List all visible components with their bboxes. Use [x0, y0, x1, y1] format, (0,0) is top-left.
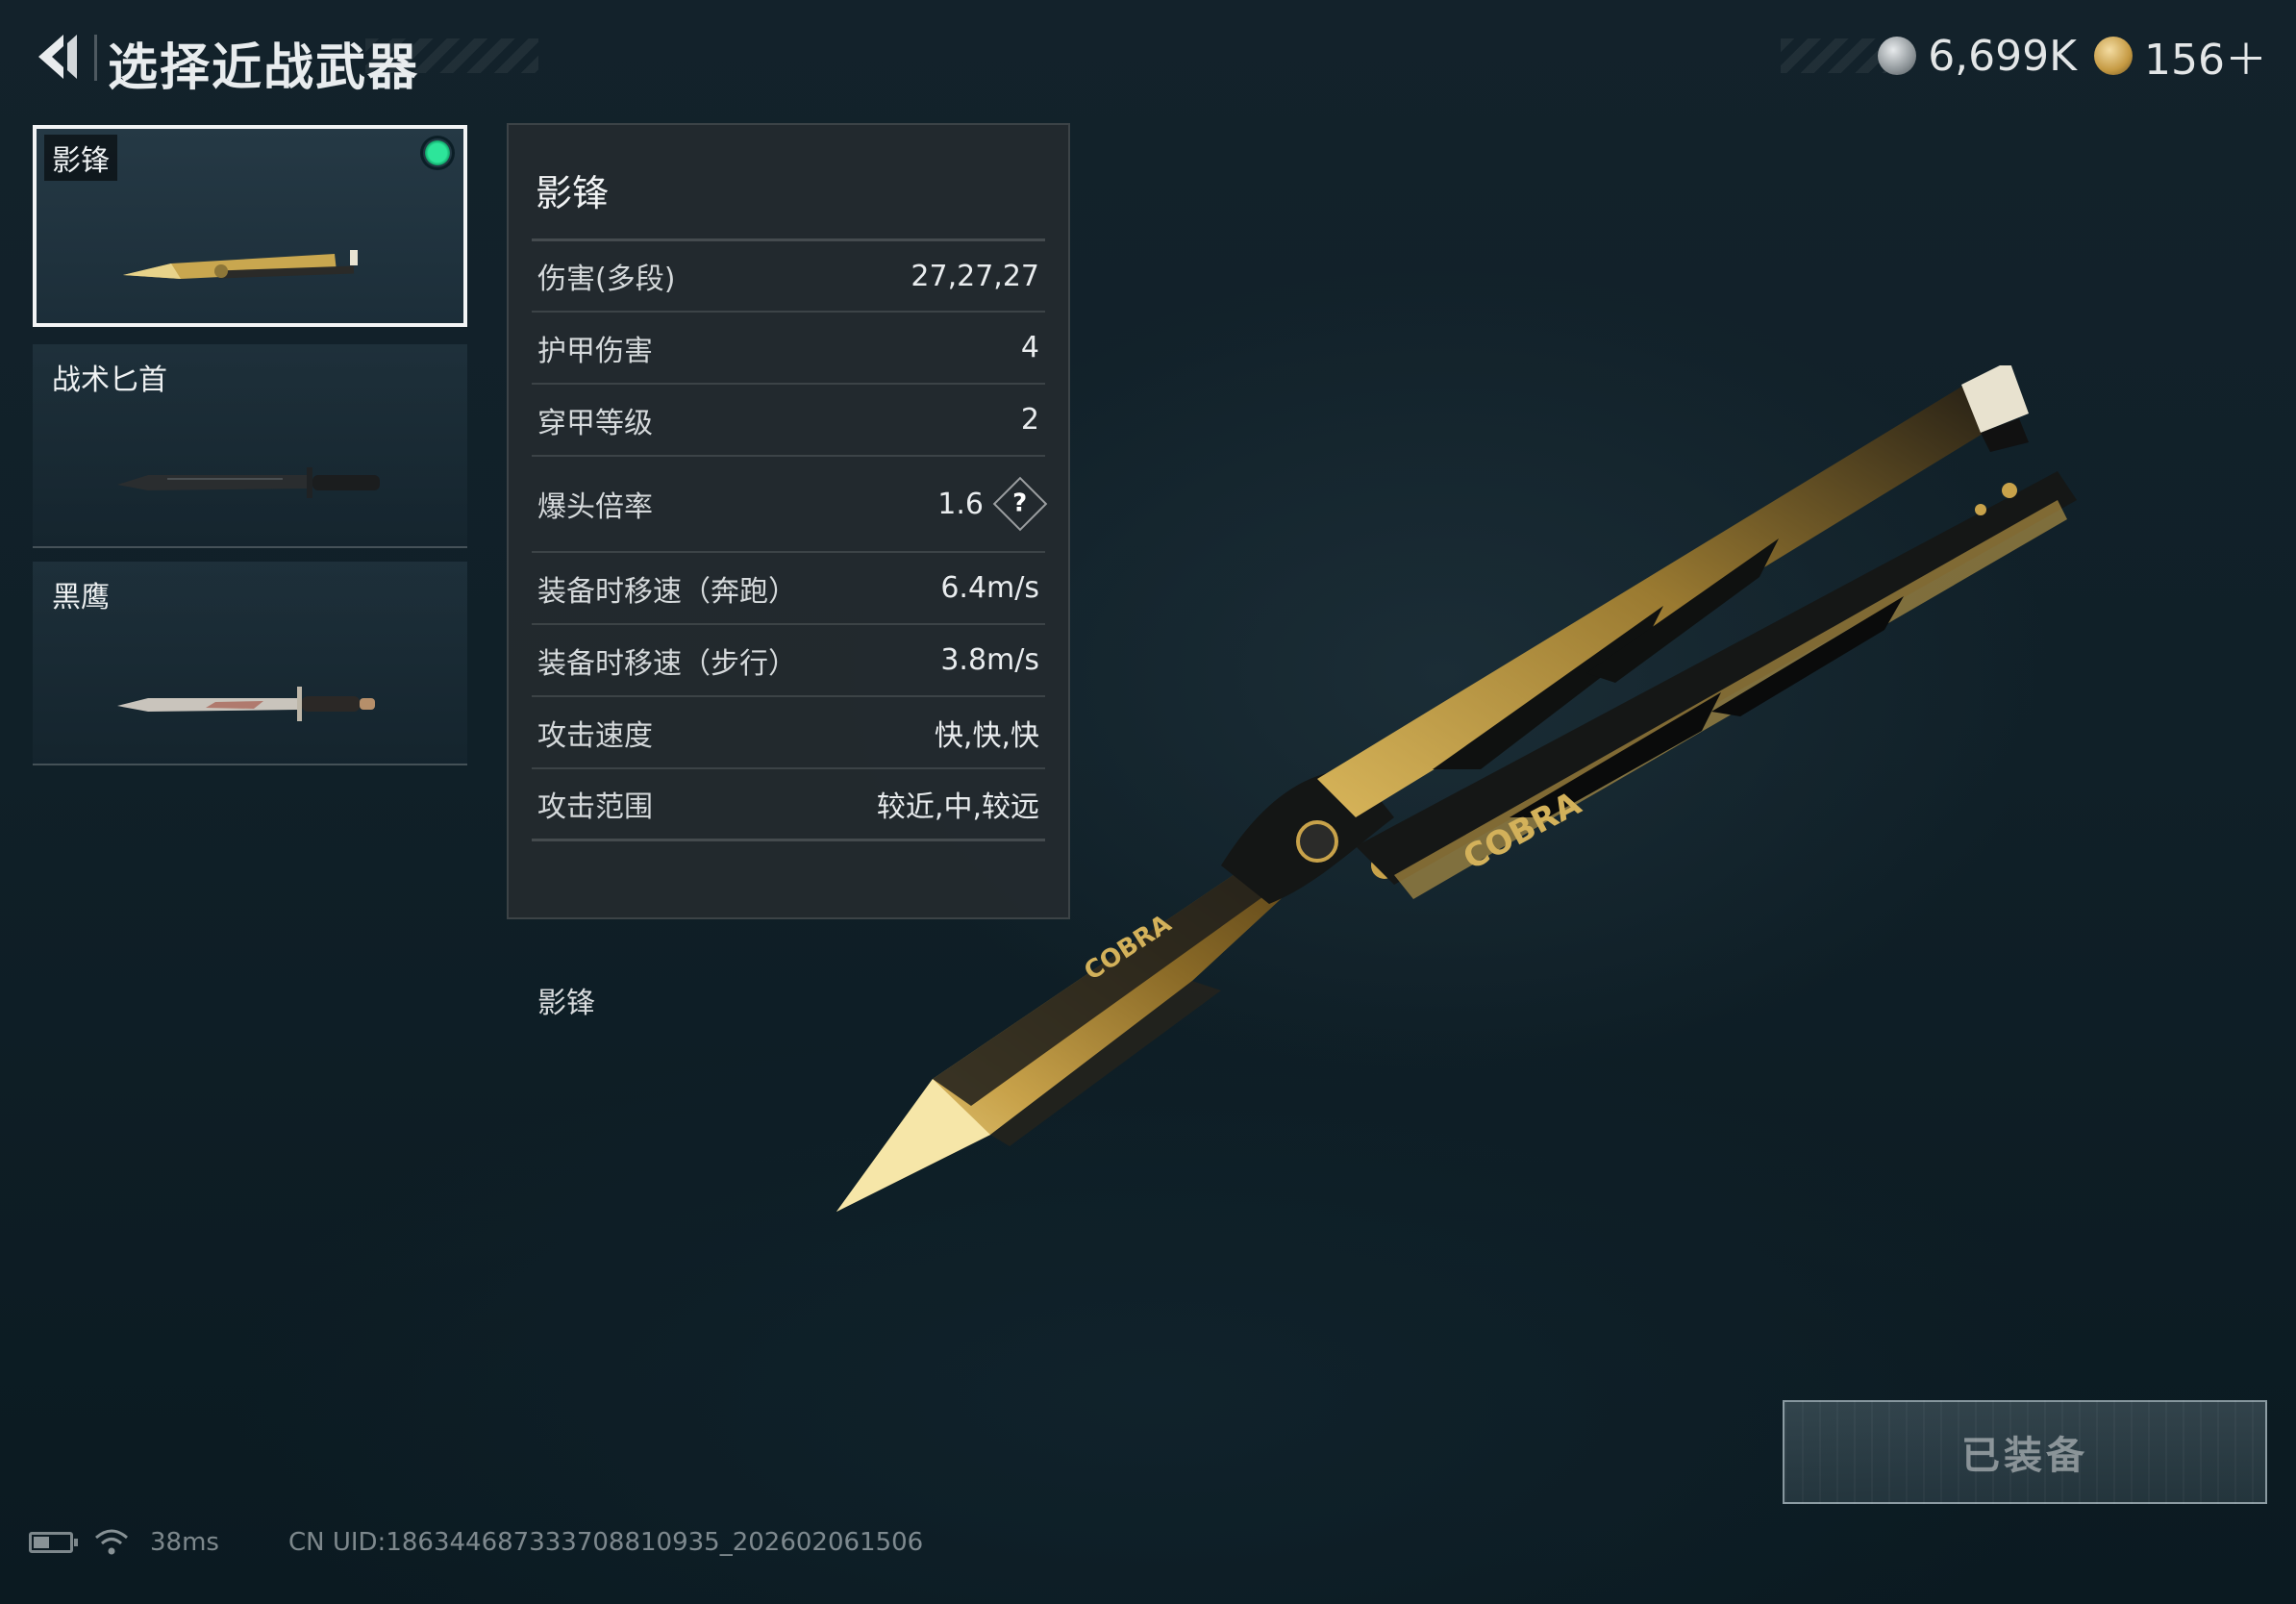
silver-currency: 6,699K [1878, 32, 2077, 81]
silver-amount: 6,699K [1928, 31, 2078, 81]
stat-label: 攻击速度 [537, 718, 653, 753]
gold-amount: 156＋ [2144, 36, 2267, 85]
back-arrow-icon [38, 35, 77, 79]
butterfly-knife-thumbnail [123, 250, 358, 279]
silver-coin-icon [1878, 37, 1917, 75]
weapon-card-name: 影锋 [44, 135, 117, 181]
stat-label: 装备时移速（步行） [537, 646, 797, 681]
ping-value: 38ms [150, 1528, 219, 1557]
stats-title: 影锋 [536, 172, 610, 214]
gold-coin-icon [2094, 37, 2134, 75]
stats-footer-name: 影锋 [537, 987, 595, 1020]
weapon-card-name: 黑鹰 [52, 581, 110, 614]
user-uid: CN UID:1863446873337088109​35_2026020615… [287, 1528, 924, 1557]
equipped-button[interactable]: 已装备 [1783, 1400, 2267, 1504]
card-divider [33, 546, 467, 548]
weapon-card-tactical-dagger[interactable]: 战术匕首 [33, 344, 467, 548]
equipped-indicator [423, 138, 452, 167]
title-divider [94, 35, 97, 81]
weapon-card-name: 战术匕首 [52, 363, 167, 397]
weapon-card-yingfeng[interactable]: 影锋 [33, 125, 467, 327]
butterfly-knife-model: COBRA COBRA [836, 365, 2077, 1212]
stat-row-damage: 伤害(多段) 27,27,27 [532, 241, 1045, 313]
stat-label: 装备时移速（奔跑） [537, 574, 797, 609]
tactical-dagger-thumbnail [117, 467, 380, 498]
stat-value: 4 [1020, 331, 1039, 364]
currency-display: 6,699K 156＋ [1878, 29, 2267, 85]
wifi-icon [95, 1529, 128, 1555]
stat-label: 攻击范围 [537, 790, 653, 824]
weapon-card-black-hawk[interactable]: 黑鹰 [33, 562, 467, 765]
currency-stripes [1781, 38, 1886, 73]
status-bar: 38ms CN UID:1863446873337088109​35_20260… [29, 1523, 923, 1562]
black-hawk-knife-thumbnail [117, 687, 375, 721]
stat-label: 伤害(多段) [537, 263, 676, 296]
stat-label: 穿甲等级 [537, 406, 653, 440]
battery-icon [29, 1532, 78, 1553]
card-divider [33, 764, 467, 765]
back-button[interactable] [27, 27, 87, 87]
battery-level [34, 1537, 49, 1548]
game-screen: 选择近战武器 6,699K 156＋ 影锋 战术匕首 黑鹰 影锋 伤害(多段) … [0, 0, 2296, 1604]
stat-label: 护甲伤害 [537, 334, 653, 368]
gold-currency[interactable]: 156＋ [2094, 25, 2267, 87]
page-title: 选择近战武器 [108, 39, 420, 97]
stat-label: 爆头倍率 [537, 490, 653, 524]
stat-value: 27,27,27 [911, 259, 1039, 293]
card-divider [37, 323, 463, 325]
